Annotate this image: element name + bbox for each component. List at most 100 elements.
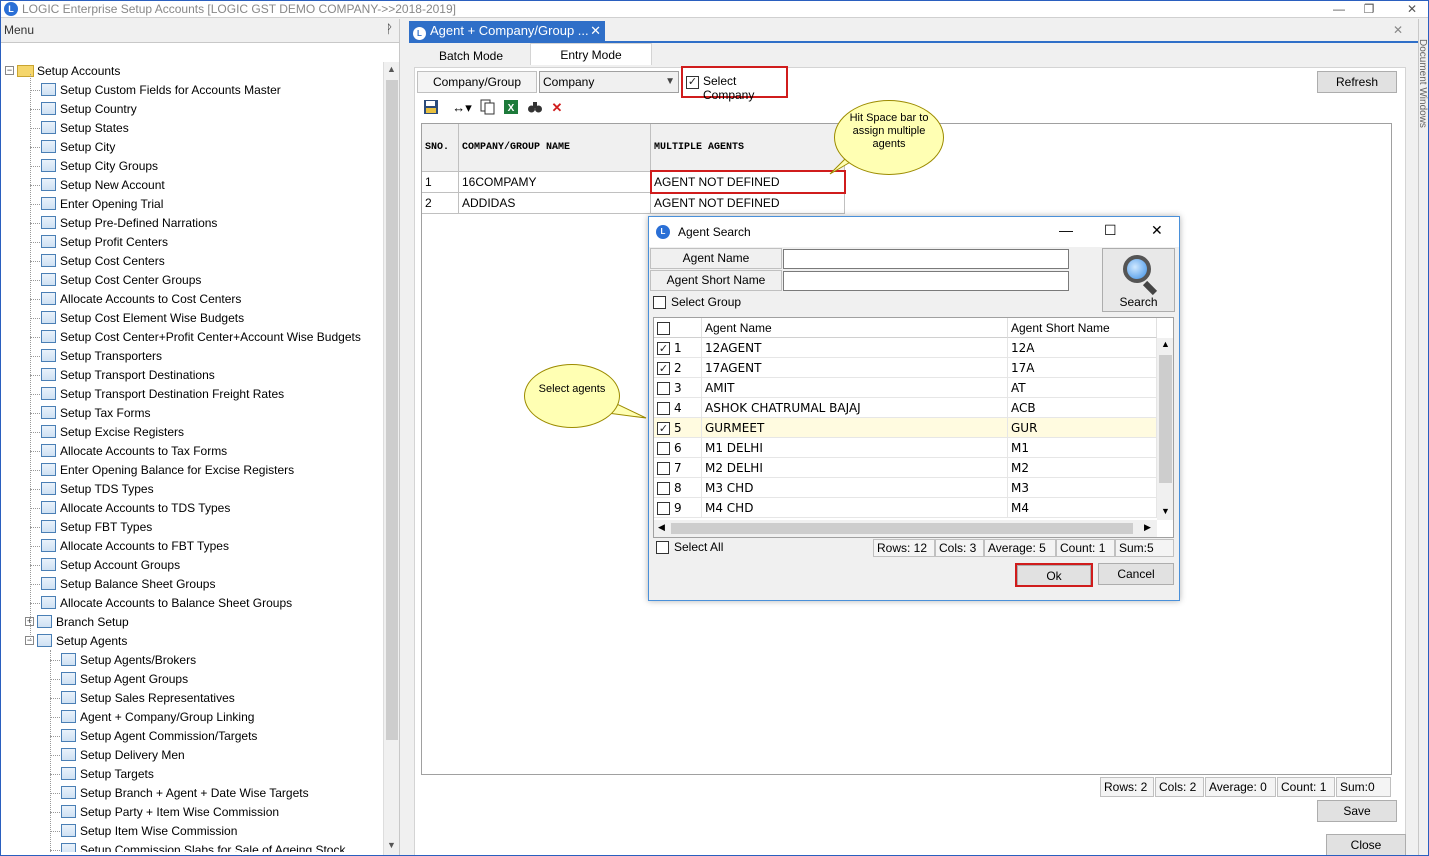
scroll-up-icon[interactable]: ▲ [387, 64, 396, 74]
tree-item[interactable]: Setup City [41, 138, 115, 157]
agent-name-cell[interactable]: 12AGENT [702, 338, 1008, 358]
cancel-button[interactable]: Cancel [1098, 563, 1174, 585]
agent-short-name-cell[interactable]: AT [1008, 378, 1157, 398]
tab-agent-company-group[interactable]: L Agent + Company/Group ... ✕ [409, 21, 605, 41]
save-icon[interactable] [422, 99, 440, 117]
grid-cell-company[interactable]: ADDIDAS [459, 193, 651, 214]
tree-item[interactable]: Allocate Accounts to Balance Sheet Group… [41, 594, 292, 613]
tree-item[interactable]: Setup Custom Fields for Accounts Master [41, 81, 281, 100]
grid-cell-company[interactable]: 16COMPAMY [459, 172, 651, 193]
agent-row[interactable]: 3 AMIT AT [654, 378, 1157, 398]
tree-item-agent[interactable]: Setup Branch + Agent + Date Wise Targets [61, 784, 309, 803]
grid-cell-sno[interactable]: 1 [422, 172, 459, 193]
restore-button[interactable]: ❐ [1355, 0, 1383, 18]
save-button[interactable]: Save [1317, 800, 1397, 822]
collapse-icon[interactable]: − [5, 66, 14, 76]
scroll-right-icon[interactable]: ▶ [1144, 522, 1151, 533]
agent-row[interactable]: ✓ 1 12AGENT 12A [654, 338, 1157, 358]
agent-short-name-cell[interactable]: M2 [1008, 458, 1157, 478]
tree-item[interactable]: Setup Country [41, 100, 137, 119]
agent-grid-hscroll-thumb[interactable] [671, 523, 1133, 534]
tree-item[interactable]: Setup Account Groups [41, 556, 180, 575]
tree-item-agent[interactable]: Setup Agents/Brokers [61, 651, 196, 670]
tree-item[interactable]: Setup Transport Destinations [41, 366, 215, 385]
agent-short-name-cell[interactable]: ACB [1008, 398, 1157, 418]
agent-short-name-cell[interactable]: M3 [1008, 478, 1157, 498]
agent-short-name-cell[interactable]: GUR [1008, 418, 1157, 438]
tree-item-agent[interactable]: Setup Targets [61, 765, 154, 784]
delete-icon[interactable]: ✕ [548, 99, 566, 117]
tab-entry-mode[interactable]: Entry Mode [530, 43, 652, 65]
agent-name-cell[interactable]: M3 CHD [702, 478, 1008, 498]
agent-row[interactable]: 7 M2 DELHI M2 [654, 458, 1157, 478]
tree-root-setup-accounts[interactable]: − Setup Accounts [5, 62, 120, 81]
agent-short-name-cell[interactable]: 12A [1008, 338, 1157, 358]
agent-grid-vscroll[interactable]: ▲ ▼ [1157, 338, 1173, 520]
agent-name-cell[interactable]: M2 DELHI [702, 458, 1008, 478]
tab-close-icon[interactable]: ✕ [590, 21, 601, 41]
excel-icon[interactable]: X [502, 99, 520, 117]
tree-item[interactable]: Setup TDS Types [41, 480, 154, 499]
company-group-select[interactable]: Company ▼ [539, 71, 679, 93]
pin-icon[interactable]: ᚹ [386, 22, 393, 36]
agent-checkbox[interactable] [657, 442, 670, 455]
tree-item[interactable]: Setup FBT Types [41, 518, 152, 537]
agent-row[interactable]: 8 M3 CHD M3 [654, 478, 1157, 498]
menu-scroll-thumb[interactable] [386, 80, 398, 740]
tree-item[interactable]: Setup Excise Registers [41, 423, 184, 442]
agent-row-select[interactable]: 4 [654, 398, 702, 418]
agent-checkbox[interactable] [657, 502, 670, 515]
header-checkbox[interactable] [657, 322, 670, 336]
dialog-minimize-icon[interactable]: — [1059, 222, 1073, 238]
agent-row-select[interactable]: 3 [654, 378, 702, 398]
tree-item[interactable]: Setup Cost Element Wise Budgets [41, 309, 244, 328]
agent-row[interactable]: 4 ASHOK CHATRUMAL BAJAJ ACB [654, 398, 1157, 418]
column-header-agent-name[interactable]: Agent Name [702, 318, 1008, 338]
close-window-button[interactable]: ✕ [1398, 0, 1426, 18]
scroll-left-icon[interactable]: ◀ [658, 522, 665, 533]
tree-item[interactable]: Setup Cost Centers [41, 252, 165, 271]
agent-grid[interactable]: Agent Name Agent Short Name ✓ 1 12AGENT 12A… [653, 317, 1174, 538]
agent-short-name-cell[interactable]: M4 [1008, 498, 1157, 518]
agent-name-cell[interactable]: GURMEET [702, 418, 1008, 438]
select-all-checkbox[interactable] [656, 541, 669, 554]
tree-item[interactable]: Setup Cost Center+Profit Center+Account … [41, 328, 361, 347]
minimize-button[interactable]: — [1325, 0, 1353, 18]
agent-name-cell[interactable]: M1 DELHI [702, 438, 1008, 458]
agent-row-select[interactable]: ✓ 1 [654, 338, 702, 358]
document-close-icon[interactable]: ✕ [1393, 23, 1403, 37]
column-header-agent-short-name[interactable]: Agent Short Name [1008, 318, 1157, 338]
tree-item-agent[interactable]: Setup Item Wise Commission [61, 822, 237, 841]
agent-checkbox[interactable]: ✓ [657, 342, 670, 355]
tree-item-agent[interactable]: Setup Sales Representatives [61, 689, 235, 708]
agent-short-name-input[interactable] [783, 271, 1069, 291]
agent-checkbox[interactable] [657, 402, 670, 415]
column-header-sno[interactable]: SNO. [422, 124, 459, 172]
grid-cell-agents[interactable]: AGENT NOT DEFINED [651, 193, 845, 214]
tree-item[interactable]: Allocate Accounts to TDS Types [41, 499, 230, 518]
refresh-button[interactable]: Refresh [1317, 71, 1397, 93]
agent-row[interactable]: 6 M1 DELHI M1 [654, 438, 1157, 458]
grid-cell-sno[interactable]: 2 [422, 193, 459, 214]
agent-row-select[interactable]: 9 [654, 498, 702, 518]
tree-item[interactable]: Allocate Accounts to Cost Centers [41, 290, 241, 309]
agent-grid-hscroll[interactable]: ◀ ▶ [654, 520, 1157, 537]
copy-icon[interactable] [479, 99, 497, 117]
agent-row-select[interactable]: ✓ 2 [654, 358, 702, 378]
tree-item[interactable]: Allocate Accounts to FBT Types [41, 537, 229, 556]
agent-row-select[interactable]: 7 [654, 458, 702, 478]
column-resize-icon[interactable]: ↔▾ [450, 99, 474, 117]
agent-grid-vscroll-thumb[interactable] [1159, 355, 1172, 483]
agent-checkbox[interactable] [657, 482, 670, 495]
agent-checkbox[interactable]: ✓ [657, 362, 670, 375]
search-button[interactable]: Search [1102, 248, 1175, 312]
tree-item-setup-agents[interactable]: − Setup Agents [25, 632, 127, 651]
select-group-checkbox[interactable] [653, 296, 666, 309]
tree-item-agent[interactable]: Agent + Company/Group Linking [61, 708, 254, 727]
tree-item[interactable]: Enter Opening Trial [41, 195, 163, 214]
tree-item-agent[interactable]: Setup Agent Commission/Targets [61, 727, 257, 746]
close-button[interactable]: Close [1326, 834, 1406, 856]
agent-short-name-cell[interactable]: 17A [1008, 358, 1157, 378]
tree-item[interactable]: Setup Balance Sheet Groups [41, 575, 215, 594]
document-windows-strip[interactable]: Document Windows [1417, 19, 1429, 856]
